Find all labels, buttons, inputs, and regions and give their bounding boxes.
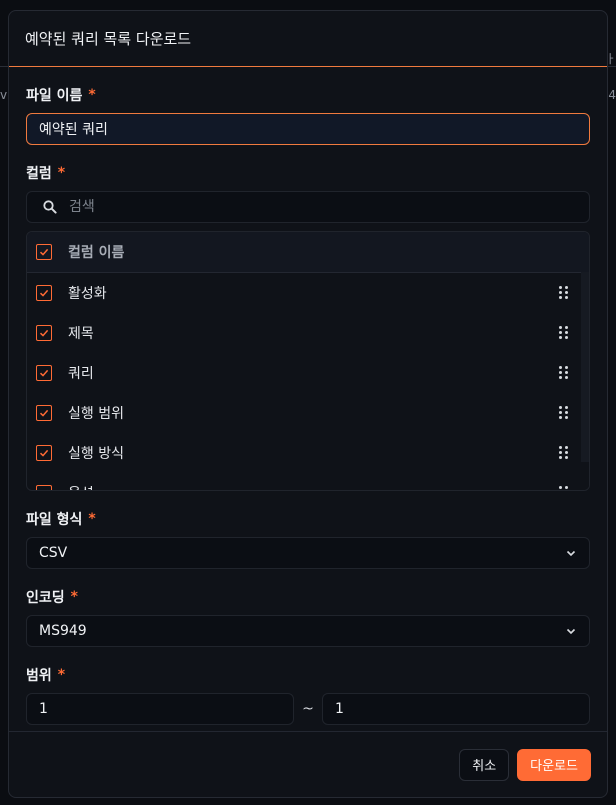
list-item: 실행 방식 — [27, 433, 589, 473]
list-item: 활성화 — [27, 273, 589, 313]
range-row: ~ — [26, 693, 591, 725]
required-mark: * — [57, 667, 66, 683]
download-button[interactable]: 다운로드 — [517, 748, 591, 781]
column-checkbox[interactable] — [36, 365, 52, 381]
file-name-label: 파일 이름 * — [26, 85, 590, 105]
list-item: 쿼리 — [27, 353, 589, 393]
search-icon — [43, 200, 57, 214]
range-to-input[interactable] — [321, 693, 591, 725]
column-name-header: 컬럼 이름 — [68, 245, 125, 261]
list-item: 제목 — [27, 313, 589, 353]
range-separator: ~ — [302, 701, 314, 717]
column-list-header: 컬럼 이름 — [27, 232, 589, 273]
range-label-text: 범위 — [26, 668, 52, 684]
file-name-input[interactable] — [26, 113, 590, 145]
download-dialog: 예약된 쿼리 목록 다운로드 파일 이름 * 컬럼 * — [8, 10, 608, 798]
drag-handle-icon[interactable] — [559, 446, 569, 460]
encoding-label-text: 인코딩 — [26, 590, 65, 606]
column-checkbox[interactable] — [36, 405, 52, 421]
required-mark: * — [88, 87, 96, 103]
drag-handle-icon[interactable] — [559, 326, 569, 340]
dialog-header: 예약된 쿼리 목록 다운로드 — [9, 11, 607, 67]
dialog-body: 파일 이름 * 컬럼 * 컬럼 이름 — [9, 85, 607, 725]
drag-handle-icon[interactable] — [559, 406, 569, 420]
check-icon — [39, 329, 49, 337]
dialog-title: 예약된 쿼리 목록 다운로드 — [25, 30, 192, 48]
chevron-down-icon — [566, 628, 576, 635]
required-mark: * — [57, 165, 66, 181]
encoding-value: MS949 — [39, 623, 87, 639]
column-checkbox[interactable] — [36, 325, 52, 341]
drag-handle-icon[interactable] — [559, 286, 569, 300]
chevron-down-icon — [566, 550, 576, 557]
column-item-label: 실행 방식 — [68, 446, 124, 462]
column-item-label: 제목 — [68, 326, 94, 342]
list-item: 옵션 — [27, 473, 589, 490]
required-mark: * — [70, 589, 78, 605]
file-format-select[interactable]: CSV — [26, 537, 590, 569]
drag-handle-icon[interactable] — [559, 486, 569, 490]
background-edge-text: 4 — [608, 88, 616, 102]
range-label: 범위 * — [26, 665, 590, 685]
column-checkbox[interactable] — [36, 485, 52, 490]
list-item: 실행 범위 — [27, 393, 589, 433]
column-item-label: 실행 범위 — [68, 406, 124, 422]
column-checkbox[interactable] — [36, 285, 52, 301]
required-mark: * — [88, 511, 96, 527]
encoding-label: 인코딩 * — [26, 587, 590, 607]
column-list-scroll-thumb[interactable] — [581, 272, 589, 462]
file-format-label: 파일 형식 * — [26, 509, 590, 529]
select-all-checkbox[interactable] — [36, 244, 52, 260]
encoding-select[interactable]: MS949 — [26, 615, 590, 647]
drag-handle-icon[interactable] — [559, 366, 569, 380]
file-name-label-text: 파일 이름 — [26, 88, 83, 104]
check-icon — [46, 489, 48, 490]
column-checkbox[interactable] — [36, 445, 52, 461]
check-icon — [39, 409, 49, 417]
columns-label-text: 컬럼 — [26, 166, 52, 182]
column-search-input[interactable] — [67, 198, 589, 216]
check-icon — [39, 369, 49, 377]
background-edge-text: v — [0, 88, 8, 102]
column-list: 컬럼 이름 활성화 제목 쿼리 실행 범위 실행 방식 — [26, 231, 590, 491]
column-item-label: 옵션 — [68, 483, 543, 490]
cancel-button[interactable]: 취소 — [459, 748, 510, 781]
columns-label: 컬럼 * — [26, 163, 590, 183]
column-item-label: 쿼리 — [68, 366, 94, 382]
file-format-label-text: 파일 형식 — [26, 512, 83, 528]
file-format-value: CSV — [39, 545, 68, 561]
check-icon — [39, 449, 49, 457]
column-search-box — [26, 191, 590, 223]
range-from-input[interactable] — [26, 693, 295, 725]
dialog-footer: 취소 다운로드 — [9, 731, 607, 797]
column-item-label: 활성화 — [68, 286, 107, 302]
check-icon — [39, 248, 49, 256]
check-icon — [39, 289, 49, 297]
